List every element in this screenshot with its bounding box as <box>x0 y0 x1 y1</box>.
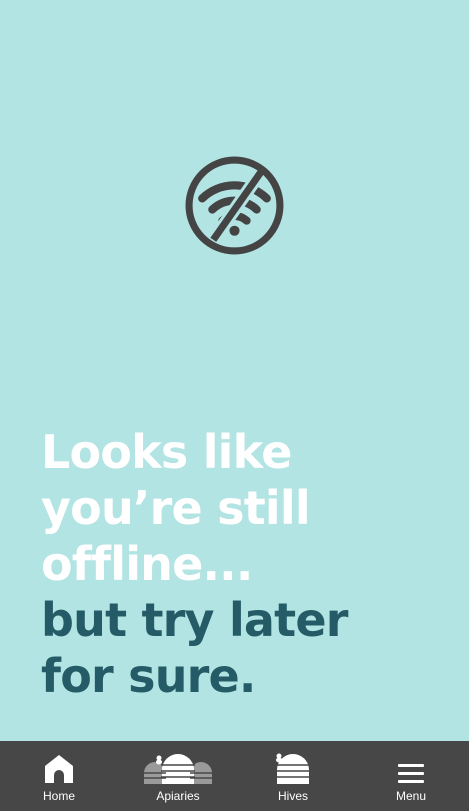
offline-screen: Looks like you’re still offline... but t… <box>0 0 469 741</box>
hive-icon <box>276 753 310 784</box>
tab-menu[interactable]: Menu <box>380 741 442 811</box>
message-line-4: but try later <box>41 593 348 647</box>
message-line-3: offline... <box>41 537 253 591</box>
tab-hives[interactable]: Hives <box>262 741 324 811</box>
offline-message: Looks like you’re still offline... but t… <box>41 424 348 704</box>
tab-home-label: Home <box>42 789 75 803</box>
tab-hives-label: Hives <box>277 789 308 803</box>
tab-apiaries[interactable]: Apiaries <box>138 741 218 811</box>
tab-home[interactable]: Home <box>28 741 90 811</box>
wifi-off-icon <box>185 156 284 255</box>
home-icon <box>45 755 73 783</box>
tab-apiaries-label: Apiaries <box>156 789 200 803</box>
apiaries-icon <box>144 754 212 784</box>
message-line-5: for sure. <box>41 649 256 703</box>
bottom-tab-bar: Home Apiaries Hives Menu <box>0 741 469 811</box>
tab-menu-label: Menu <box>395 789 427 803</box>
message-line-2: you’re still <box>41 481 311 535</box>
hamburger-menu-icon <box>398 764 424 783</box>
message-line-1: Looks like <box>41 425 292 479</box>
